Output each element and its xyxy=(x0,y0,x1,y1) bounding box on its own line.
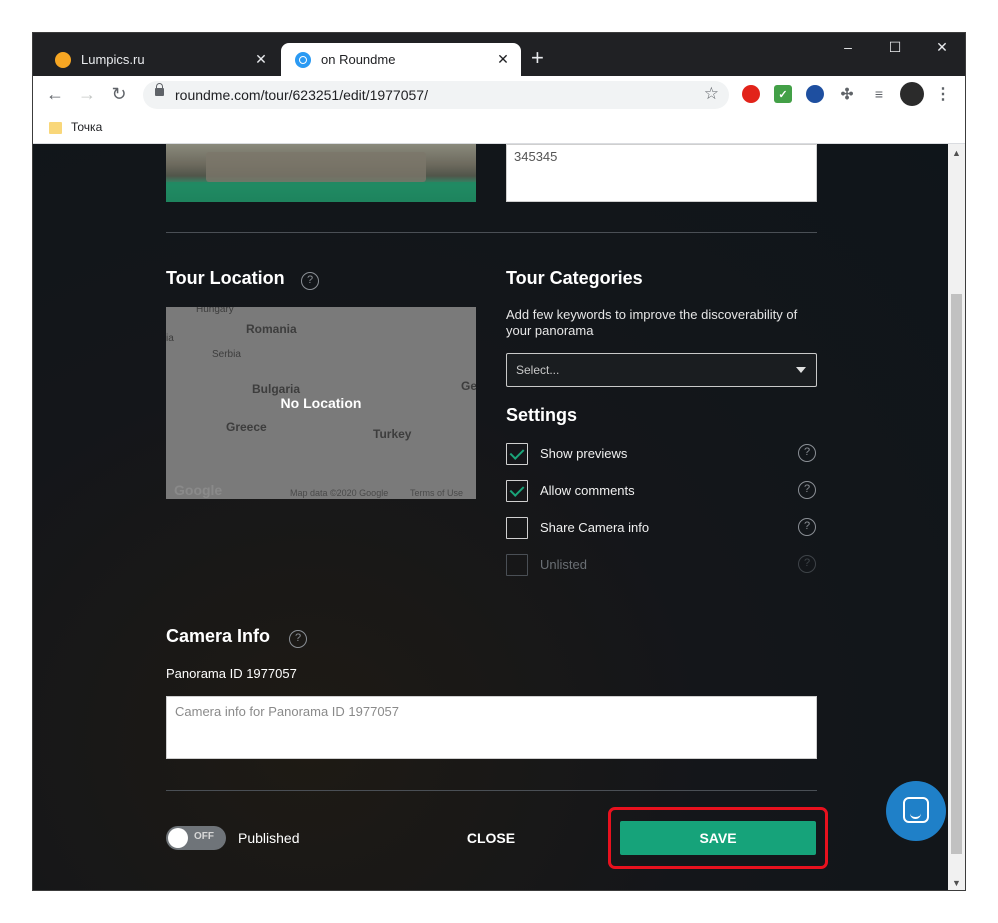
setting-show-previews: Show previews ? xyxy=(506,443,817,465)
map-terms-link[interactable]: Terms of Use xyxy=(410,488,463,498)
scroll-up-arrow-icon[interactable]: ▲ xyxy=(952,148,961,158)
tab-lumpics[interactable]: Lumpics.ru ✕ xyxy=(41,43,279,76)
panorama-id-label: Panorama ID 1977057 xyxy=(166,666,297,681)
tour-categories-title: Tour Categories xyxy=(506,268,643,288)
globe-extension-icon[interactable] xyxy=(806,85,824,103)
categories-select[interactable]: Select... xyxy=(506,353,817,387)
close-button[interactable]: CLOSE xyxy=(453,830,529,846)
allow-comments-checkbox[interactable] xyxy=(506,480,528,502)
lumpics-favicon-icon xyxy=(55,51,71,68)
roundme-favicon-icon xyxy=(295,51,311,68)
map-label-greece: Greece xyxy=(226,420,267,434)
google-logo: Google xyxy=(174,482,223,498)
show-previews-checkbox[interactable] xyxy=(506,443,528,465)
map-attribution: Map data ©2020 Google xyxy=(290,488,389,498)
chevron-down-icon xyxy=(796,367,806,373)
help-icon[interactable]: ? xyxy=(289,630,307,648)
browser-toolbar: ← → ↻ roundme.com/tour/623251/edit/19770… xyxy=(33,76,965,114)
map-label-bulgaria: Bulgaria xyxy=(252,382,301,396)
tab-strip: Lumpics.ru ✕ on Roundme ✕ + – ☐ ✕ xyxy=(33,33,965,76)
maximize-button[interactable]: ☐ xyxy=(872,39,918,56)
description-textarea[interactable]: 345345 xyxy=(506,144,817,202)
no-location-label: No Location xyxy=(280,395,362,411)
bookmark-star-icon[interactable]: ☆ xyxy=(704,84,719,104)
setting-label: Allow comments xyxy=(540,483,635,498)
published-toggle[interactable]: OFF xyxy=(166,826,226,850)
tab-title: on Roundme xyxy=(321,52,396,67)
address-bar[interactable]: roundme.com/tour/623251/edit/1977057/ ☆ xyxy=(143,81,729,109)
thumbnail-fortress-wall xyxy=(206,152,426,182)
map-label-hungary: Hungary xyxy=(196,307,234,315)
setting-label: Share Camera info xyxy=(540,520,650,535)
setting-unlisted: Unlisted ? xyxy=(506,554,817,576)
map-label-romania: Romania xyxy=(246,322,297,336)
tour-edit-page: 345345 Tour Location ? Hungary Romania i… xyxy=(33,144,950,890)
profile-avatar[interactable] xyxy=(900,82,924,106)
extensions-puzzle-icon[interactable]: ✣ xyxy=(838,85,856,103)
map-label-serbia: Serbia xyxy=(212,349,241,360)
scroll-down-arrow-icon[interactable]: ▼ xyxy=(952,878,961,888)
thumbnail-sea xyxy=(166,182,476,202)
support-chat-button[interactable] xyxy=(886,781,946,841)
lock-icon xyxy=(155,83,164,96)
map-label-ia: ia xyxy=(166,333,174,344)
divider xyxy=(166,790,817,791)
setting-label: Show previews xyxy=(540,446,628,461)
panorama-thumbnail xyxy=(166,144,476,202)
close-window-button[interactable]: ✕ xyxy=(919,39,965,56)
camera-info-textarea[interactable]: Camera info for Panorama ID 1977057 xyxy=(166,696,817,759)
folder-icon xyxy=(49,122,62,134)
chat-icon xyxy=(903,797,929,823)
toggle-state-label: OFF xyxy=(194,831,214,842)
forward-arrow-icon[interactable]: → xyxy=(76,84,98,105)
toggle-knob xyxy=(168,828,188,848)
select-placeholder: Select... xyxy=(516,363,560,377)
published-label: Published xyxy=(238,830,300,846)
share-camera-info-checkbox[interactable] xyxy=(506,517,528,539)
tab-title: Lumpics.ru xyxy=(81,52,145,67)
help-icon[interactable]: ? xyxy=(301,272,319,290)
minimize-button[interactable]: – xyxy=(825,39,871,55)
settings-title: Settings xyxy=(506,405,578,425)
checkmark-extension-icon[interactable]: ✓ xyxy=(774,85,792,103)
map-label-turkey: Turkey xyxy=(373,427,412,441)
reload-icon[interactable]: ↻ xyxy=(108,84,130,105)
setting-allow-comments: Allow comments ? xyxy=(506,480,817,502)
location-map[interactable]: Hungary Romania ia Serbia Bulgaria Ge Gr… xyxy=(166,307,476,499)
map-label-ge: Ge xyxy=(461,379,476,393)
categories-hint: Add few keywords to improve the discover… xyxy=(506,307,798,338)
menu-kebab-icon[interactable]: ⋮ xyxy=(934,85,952,103)
tab-roundme[interactable]: on Roundme ✕ xyxy=(281,43,521,76)
close-tab-icon[interactable]: ✕ xyxy=(495,51,511,68)
unlisted-checkbox xyxy=(506,554,528,576)
scroll-thumb[interactable] xyxy=(951,294,962,854)
bookmark-folder-label[interactable]: Точка xyxy=(71,120,102,134)
page-scrollbar[interactable]: ▲ ▼ xyxy=(948,144,965,890)
help-icon[interactable]: ? xyxy=(798,481,816,499)
help-icon[interactable]: ? xyxy=(798,444,816,462)
help-icon[interactable]: ? xyxy=(798,518,816,536)
help-icon: ? xyxy=(798,555,816,573)
setting-label: Unlisted xyxy=(540,557,587,572)
adblock-extension-icon[interactable] xyxy=(742,85,760,103)
divider xyxy=(166,232,817,233)
save-button[interactable]: SAVE xyxy=(620,821,816,855)
back-arrow-icon[interactable]: ← xyxy=(44,84,66,105)
bookmarks-bar: Точка xyxy=(33,114,965,144)
tour-location-title: Tour Location xyxy=(166,268,285,288)
setting-share-camera-info: Share Camera info ? xyxy=(506,517,817,539)
close-tab-icon[interactable]: ✕ xyxy=(253,51,269,68)
camera-info-title: Camera Info xyxy=(166,626,271,646)
media-control-icon[interactable]: ≡ xyxy=(870,85,888,103)
url-text: roundme.com/tour/623251/edit/1977057/ xyxy=(175,87,428,103)
browser-window: Lumpics.ru ✕ on Roundme ✕ + – ☐ ✕ ← → ↻ … xyxy=(32,32,966,891)
new-tab-button[interactable]: + xyxy=(531,46,544,70)
